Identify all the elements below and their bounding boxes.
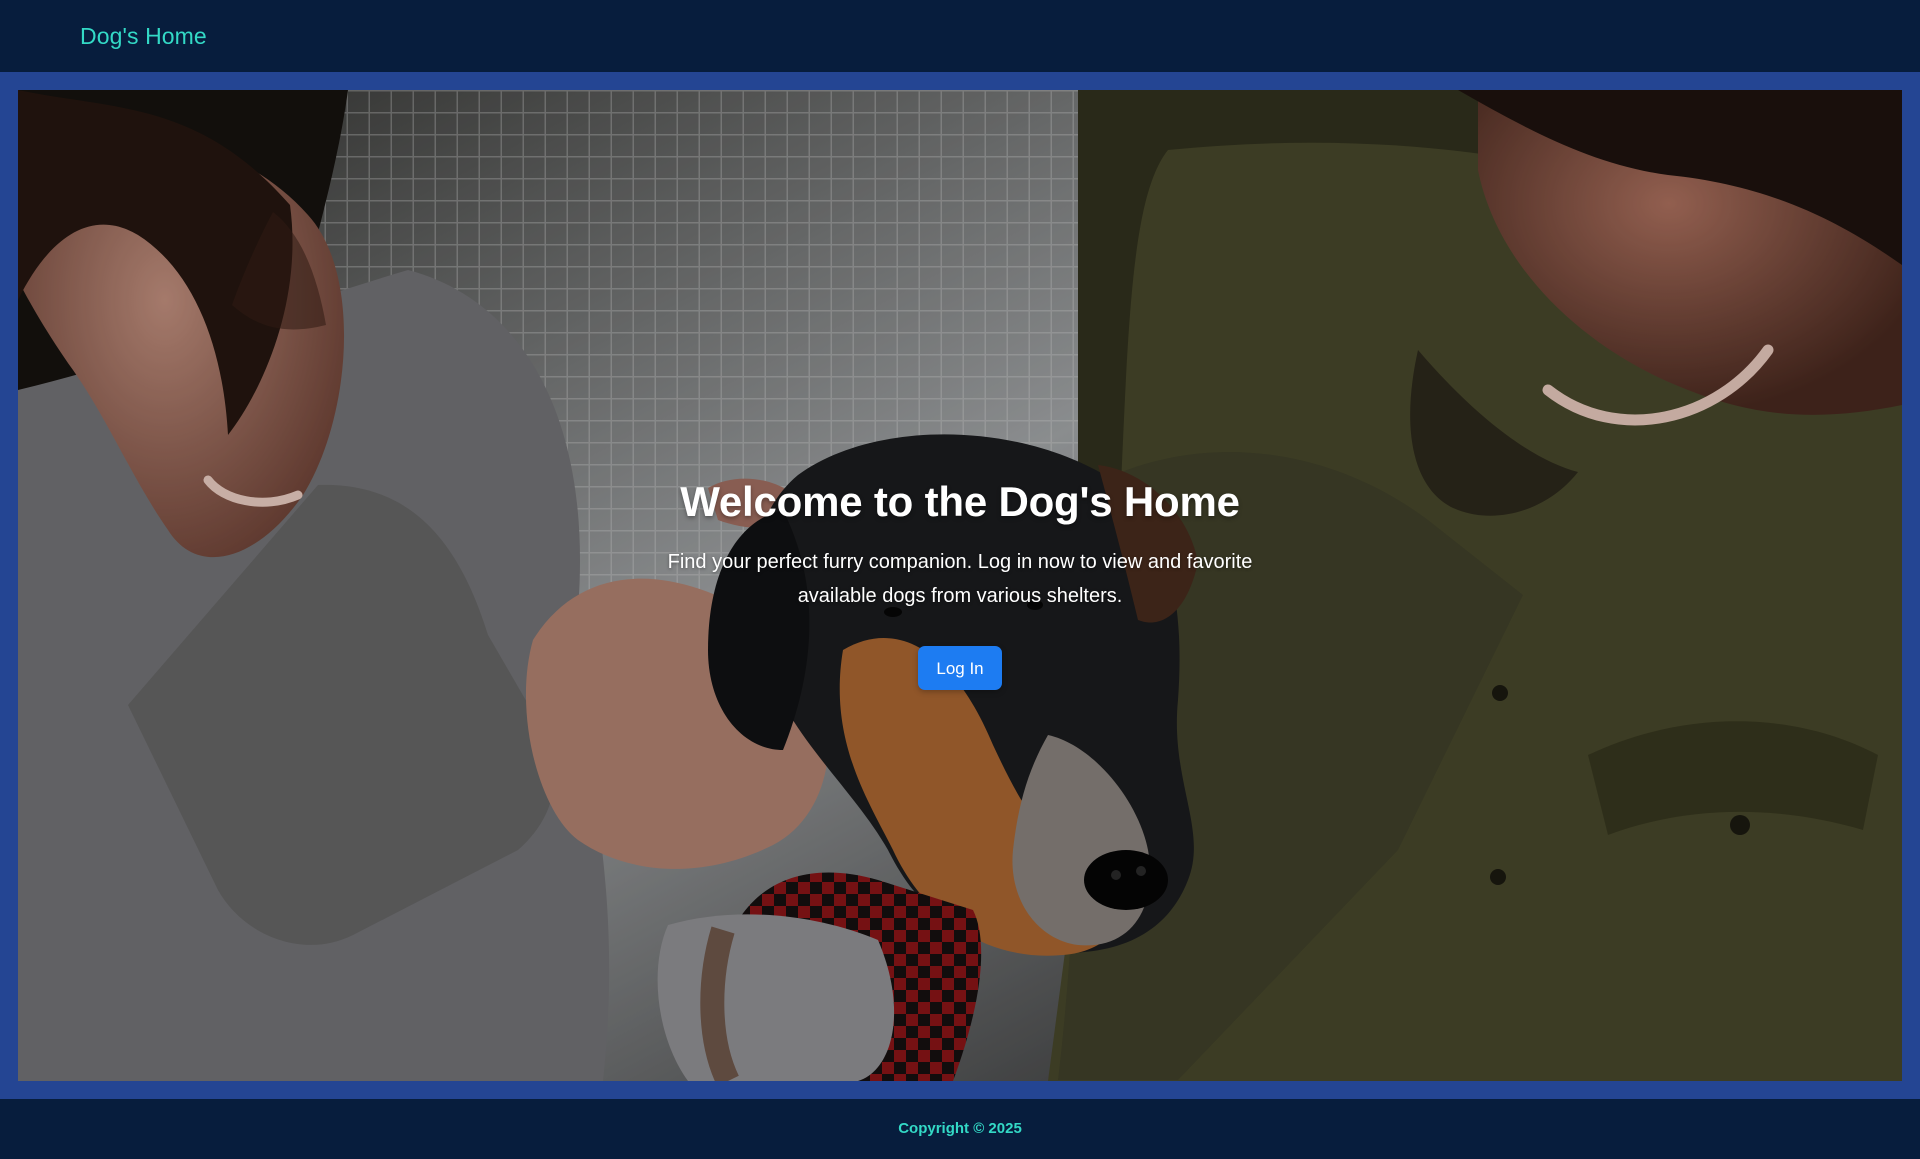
top-navigation: Dog's Home — [0, 0, 1920, 72]
hero-content: Welcome to the Dog's Home Find your perf… — [610, 476, 1310, 690]
hero-description: Find your perfect furry companion. Log i… — [667, 551, 1253, 607]
site-footer: Copyright © 2025 — [0, 1099, 1920, 1159]
copyright-text: Copyright © 2025 — [898, 1120, 1022, 1137]
login-button[interactable]: Log In — [918, 646, 1002, 690]
dogs-home-page: Dog's Home Welcome to the Dog's Home Fin… — [0, 0, 1920, 1159]
hero-title: Welcome to the Dog's Home — [680, 478, 1240, 525]
hero-section: Welcome to the Dog's Home Find your perf… — [18, 90, 1902, 1081]
site-brand-link[interactable]: Dog's Home — [80, 22, 207, 50]
hero-frame: Welcome to the Dog's Home Find your perf… — [0, 72, 1920, 1099]
